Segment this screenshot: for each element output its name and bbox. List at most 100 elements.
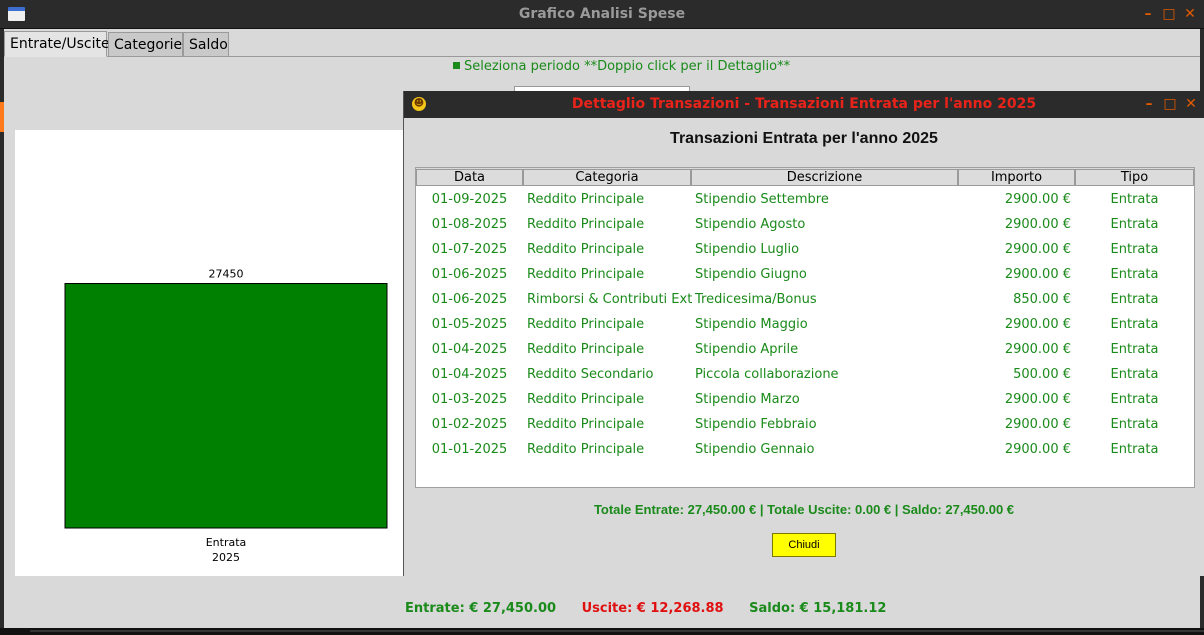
cell-data: 01-07-2025: [431, 242, 508, 257]
main-window-title: Grafico Analisi Spese: [518, 6, 686, 22]
col-header-data[interactable]: Data: [416, 169, 523, 186]
period-hint: Seleziona periodo **Doppio click per il …: [453, 59, 790, 74]
cell-descrizione: Stipendio Gennaio: [695, 442, 815, 457]
cell-data: 01-06-2025: [431, 292, 508, 307]
cell-tipo: Entrata: [1110, 217, 1159, 232]
cell-tipo: Entrata: [1110, 342, 1159, 357]
chart-bar[interactable]: [64, 283, 388, 529]
cell-tipo: Entrata: [1110, 292, 1159, 307]
cell-categoria: Reddito Principale: [527, 317, 645, 332]
cell-categoria: Reddito Principale: [527, 217, 645, 232]
cell-tipo: Entrata: [1110, 267, 1159, 282]
cell-descrizione: Stipendio Febbraio: [695, 417, 817, 432]
tab-entrate-uscite[interactable]: Entrate/Uscite: [4, 31, 110, 57]
cell-categoria: Reddito Secondario: [527, 367, 654, 382]
period-hint-text: Seleziona periodo **Doppio click per il …: [464, 59, 791, 74]
cell-descrizione: Stipendio Settembre: [695, 192, 829, 207]
cell-descrizione: Stipendio Giugno: [695, 267, 807, 282]
cell-data: 01-01-2025: [431, 442, 508, 457]
table-row[interactable]: 01-08-2025 Reddito Principale Stipendio Ag…: [416, 213, 1194, 238]
table-row[interactable]: 01-06-2025 Rimborsi & Contributi Ext Tredi…: [416, 288, 1194, 313]
cell-tipo: Entrata: [1110, 192, 1159, 207]
bottom-background-edge: [0, 628, 1204, 635]
maximize-button[interactable]: □: [1161, 5, 1177, 23]
cell-importo: 850.00 €: [1013, 292, 1071, 307]
close-button[interactable]: ✕: [1182, 5, 1198, 23]
table-row[interactable]: 01-05-2025 Reddito Principale Stipendio Ma…: [416, 313, 1194, 338]
cell-data: 01-05-2025: [431, 317, 508, 332]
cell-importo: 2900.00 €: [1004, 342, 1071, 357]
cell-importo: 2900.00 €: [1004, 417, 1071, 432]
dialog-close-button[interactable]: ✕: [1183, 95, 1199, 113]
bullet-square-icon: [453, 62, 460, 69]
cell-descrizione: Stipendio Luglio: [695, 242, 800, 257]
dialog-maximize-button[interactable]: □: [1162, 95, 1178, 113]
table-row[interactable]: 01-09-2025 Reddito Principale Stipendio Se…: [416, 188, 1194, 213]
dialog-totals: Totale Entrate: 27,450.00 € | Totale Usc…: [593, 502, 1015, 517]
cell-tipo: Entrata: [1110, 242, 1159, 257]
chart-category-label: 2025: [212, 551, 240, 564]
chart-value-label: 27450: [209, 268, 244, 281]
cell-data: 01-03-2025: [431, 392, 508, 407]
chart-canvas[interactable]: 27450 Entrata 2025: [15, 130, 405, 576]
cell-tipo: Entrata: [1110, 417, 1159, 432]
cell-importo: 500.00 €: [1013, 367, 1071, 382]
cell-importo: 2900.00 €: [1004, 217, 1071, 232]
cell-importo: 2900.00 €: [1004, 267, 1071, 282]
cell-data: 01-08-2025: [431, 217, 508, 232]
table-header: Data Categoria Descrizione Importo Tipo: [416, 168, 1194, 186]
cell-categoria: Rimborsi & Contributi Ext: [527, 292, 693, 307]
table-row[interactable]: 01-02-2025 Reddito Principale Stipendio Fe…: [416, 413, 1194, 438]
cell-data: 01-02-2025: [431, 417, 508, 432]
chart-category-label: Entrata: [206, 536, 247, 549]
summary-saldo: Saldo: € 15,181.12: [749, 601, 887, 616]
main-titlebar[interactable]: Grafico Analisi Spese – □ ✕: [0, 0, 1204, 29]
dialog-titlebar[interactable]: ☻ Dettaglio Transazioni - Transazioni En…: [404, 91, 1204, 118]
col-header-importo[interactable]: Importo: [958, 169, 1075, 186]
col-header-tipo[interactable]: Tipo: [1075, 169, 1194, 186]
cell-categoria: Reddito Principale: [527, 242, 645, 257]
cell-data: 01-09-2025: [431, 192, 508, 207]
bar-chart[interactable]: 27450 Entrata 2025: [15, 130, 405, 576]
cell-importo: 2900.00 €: [1004, 317, 1071, 332]
summary-bar: Entrate: € 27,450.00 Uscite: € 12,268.88…: [405, 601, 907, 616]
cell-descrizione: Stipendio Aprile: [695, 342, 799, 357]
table-row[interactable]: 01-06-2025 Reddito Principale Stipendio Gi…: [416, 263, 1194, 288]
cell-tipo: Entrata: [1110, 442, 1159, 457]
cell-descrizione: Tredicesima/Bonus: [695, 292, 817, 307]
dialog-heading: Transazioni Entrata per l'anno 2025: [670, 130, 938, 147]
cell-descrizione: Stipendio Marzo: [695, 392, 800, 407]
cell-importo: 2900.00 €: [1004, 442, 1071, 457]
table-row[interactable]: 01-03-2025 Reddito Principale Stipendio Ma…: [416, 388, 1194, 413]
cell-tipo: Entrata: [1110, 392, 1159, 407]
table-row[interactable]: 01-07-2025 Reddito Principale Stipendio Lu…: [416, 238, 1194, 263]
tab-saldo[interactable]: Saldo: [183, 32, 229, 57]
cell-tipo: Entrata: [1110, 367, 1159, 382]
cell-importo: 2900.00 €: [1004, 242, 1071, 257]
cell-categoria: Reddito Principale: [527, 342, 645, 357]
cell-data: 01-04-2025: [431, 367, 508, 382]
cell-descrizione: Stipendio Agosto: [695, 217, 806, 232]
transactions-table[interactable]: Data Categoria Descrizione Importo Tipo …: [415, 167, 1195, 488]
cell-descrizione: Stipendio Maggio: [695, 317, 808, 332]
cell-data: 01-04-2025: [431, 342, 508, 357]
detail-dialog: ☻ Dettaglio Transazioni - Transazioni En…: [403, 91, 1204, 576]
tab-categorie[interactable]: Categorie: [108, 32, 183, 57]
cell-importo: 2900.00 €: [1004, 192, 1071, 207]
summary-uscite: Uscite: € 12,268.88: [581, 601, 724, 616]
cell-categoria: Reddito Principale: [527, 192, 645, 207]
table-row[interactable]: 01-01-2025 Reddito Principale Stipendio Ge…: [416, 438, 1194, 463]
cell-categoria: Reddito Principale: [527, 392, 645, 407]
dialog-minimize-button[interactable]: –: [1141, 95, 1157, 113]
col-header-categoria[interactable]: Categoria: [523, 169, 691, 186]
table-row[interactable]: 01-04-2025 Reddito Principale Stipendio Ap…: [416, 338, 1194, 363]
col-header-descrizione[interactable]: Descrizione: [691, 169, 958, 186]
cell-data: 01-06-2025: [431, 267, 508, 282]
cell-descrizione: Piccola collaborazione: [695, 367, 839, 382]
chiudi-button[interactable]: Chiudi: [772, 533, 836, 557]
cell-categoria: Reddito Principale: [527, 417, 645, 432]
minimize-button[interactable]: –: [1140, 5, 1156, 23]
cell-categoria: Reddito Principale: [527, 442, 645, 457]
table-row[interactable]: 01-04-2025 Reddito Secondario Piccola coll…: [416, 363, 1194, 388]
cell-categoria: Reddito Principale: [527, 267, 645, 282]
